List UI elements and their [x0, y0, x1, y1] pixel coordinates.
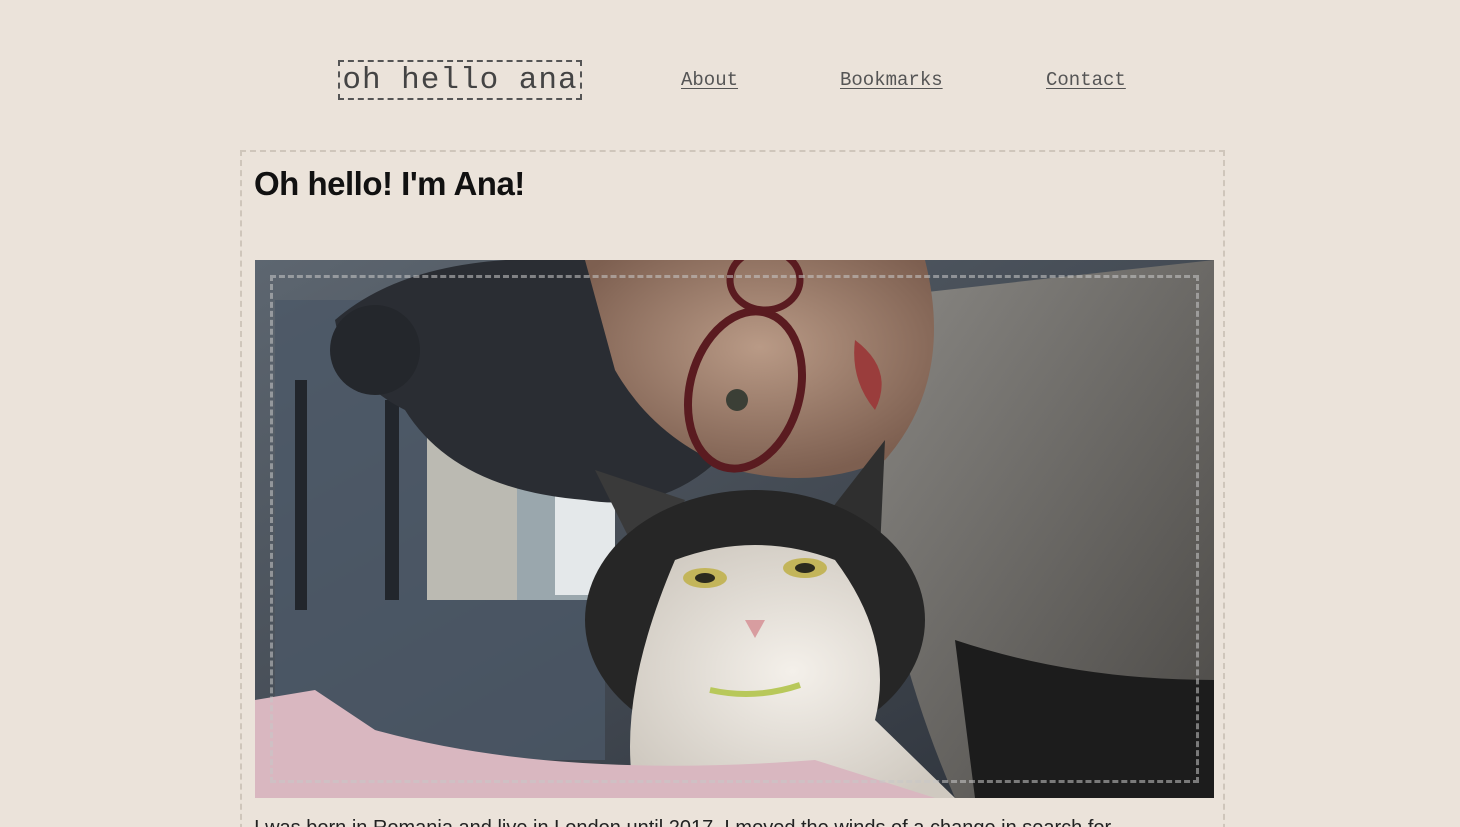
nav-link-contact[interactable]: Contact	[1046, 68, 1126, 92]
photo-illustration	[255, 260, 1214, 798]
nav-link-bookmarks[interactable]: Bookmarks	[840, 68, 943, 92]
hero-photo	[255, 260, 1214, 798]
intro-paragraph: I was born in Romania and live in London…	[254, 816, 1111, 827]
nav-link-about[interactable]: About	[681, 68, 738, 92]
site-logo-link[interactable]: oh hello ana	[338, 60, 582, 100]
page-title: Oh hello! I'm Ana!	[254, 165, 525, 202]
